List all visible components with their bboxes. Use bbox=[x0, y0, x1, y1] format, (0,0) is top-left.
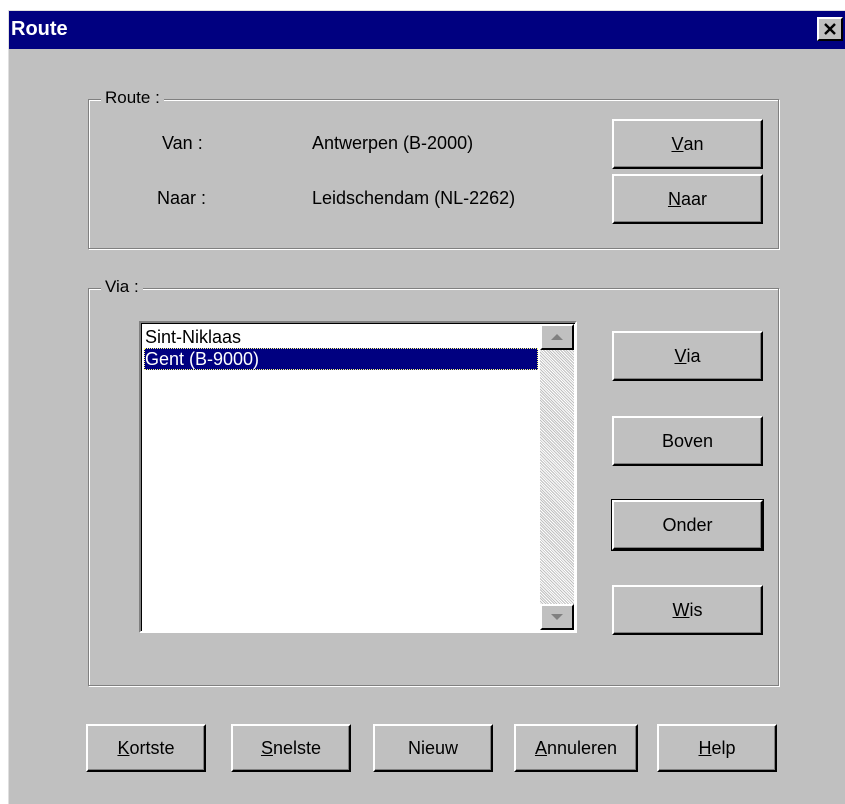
clear-button-mnemonic: W bbox=[672, 599, 690, 620]
via-button[interactable]: Via bbox=[612, 331, 763, 381]
move-down-button[interactable]: Onder bbox=[611, 499, 764, 551]
close-button[interactable] bbox=[817, 17, 843, 41]
help-button[interactable]: Help bbox=[657, 724, 777, 772]
title-bar[interactable]: Route bbox=[9, 11, 845, 49]
window-title: Route bbox=[11, 18, 68, 40]
vertical-scrollbar[interactable] bbox=[540, 324, 574, 630]
via-button-mnemonic: V bbox=[674, 345, 687, 366]
from-button-mnemonic: V bbox=[671, 133, 684, 154]
move-up-button[interactable]: Boven bbox=[612, 416, 763, 466]
clear-button-label-rest: is bbox=[689, 599, 703, 620]
to-label: Naar : bbox=[157, 188, 207, 208]
fastest-button[interactable]: Snelste bbox=[231, 724, 351, 772]
from-value: Antwerpen (B-2000) bbox=[312, 133, 474, 153]
to-button-label-rest: aar bbox=[680, 188, 707, 209]
list-item[interactable]: Sint-Niklaas bbox=[144, 326, 538, 348]
new-button[interactable]: Nieuw bbox=[373, 724, 493, 772]
cancel-button-label-rest: nnuleren bbox=[546, 737, 618, 758]
fastest-button-mnemonic: S bbox=[260, 737, 273, 758]
list-item-selected[interactable]: Gent (B-9000) bbox=[144, 348, 538, 370]
route-dialog: Route Route : Van : Antwerpen (B-2000) V… bbox=[8, 10, 845, 804]
from-button[interactable]: Van bbox=[612, 119, 763, 169]
route-group-label: Route : bbox=[101, 88, 164, 108]
to-value: Leidschendam (NL-2262) bbox=[312, 188, 516, 208]
arrow-up-icon bbox=[551, 334, 563, 340]
scroll-down-button[interactable] bbox=[540, 604, 574, 630]
help-button-label-rest: elp bbox=[711, 737, 736, 758]
help-button-mnemonic: H bbox=[698, 737, 712, 758]
to-button[interactable]: Naar bbox=[612, 174, 763, 224]
arrow-down-icon bbox=[551, 614, 563, 620]
cancel-button[interactable]: Annuleren bbox=[514, 724, 638, 772]
scroll-up-button[interactable] bbox=[540, 324, 574, 350]
fastest-button-label-rest: nelste bbox=[272, 737, 322, 758]
from-button-label-rest: an bbox=[683, 133, 704, 154]
via-group-label: Via : bbox=[101, 277, 143, 297]
via-listbox[interactable]: Sint-Niklaas Gent (B-9000) bbox=[139, 321, 577, 633]
cancel-button-mnemonic: A bbox=[534, 737, 547, 758]
shortest-button-mnemonic: K bbox=[117, 737, 130, 758]
via-list: Sint-Niklaas Gent (B-9000) bbox=[144, 326, 538, 370]
shortest-button-label-rest: ortste bbox=[129, 737, 175, 758]
shortest-button[interactable]: Kortste bbox=[86, 724, 206, 772]
to-button-mnemonic: N bbox=[667, 188, 681, 209]
from-label: Van : bbox=[162, 133, 203, 153]
via-button-label-rest: ia bbox=[686, 345, 701, 366]
close-icon bbox=[824, 23, 836, 35]
clear-button[interactable]: Wis bbox=[612, 585, 763, 635]
